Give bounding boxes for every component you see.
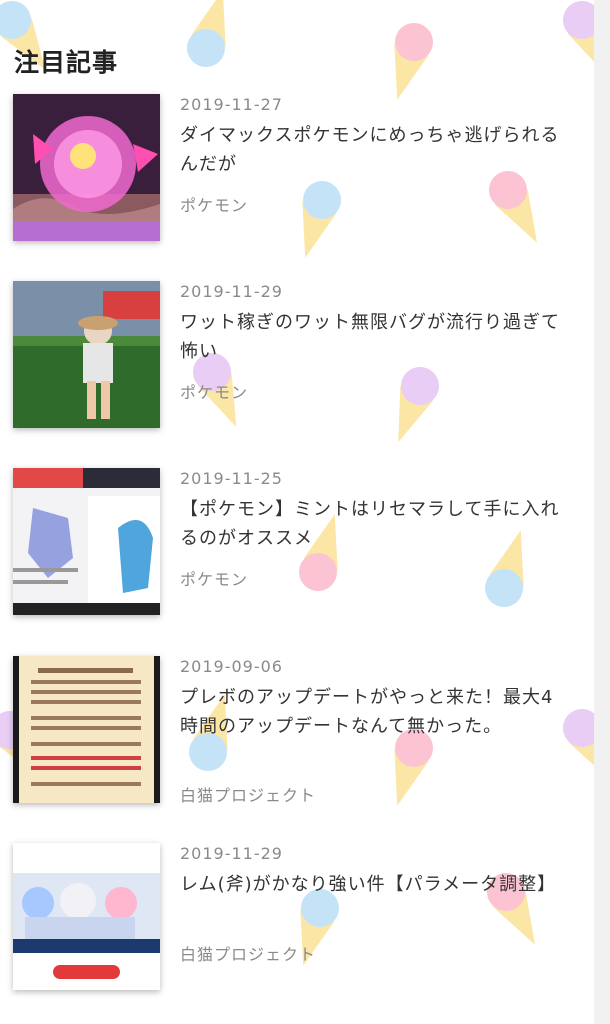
article-title[interactable]: ダイマックスポケモンにめっちゃ逃げられるんだが — [180, 121, 560, 179]
article-date: 2019-11-29 — [180, 844, 283, 863]
article-card[interactable]: 2019-11-25 【ポケモン】ミントはリセマラして手に入れるのがオススメ ポ… — [13, 468, 583, 618]
scrollbar-track[interactable] — [594, 0, 610, 1024]
section-title: 注目記事 — [14, 47, 119, 77]
rezero-collab-thumbnail[interactable] — [13, 843, 160, 990]
article-date: 2019-11-29 — [180, 282, 283, 301]
article-title[interactable]: レム(斧)がかなり強い件【パラメータ調整】 — [180, 870, 560, 899]
article-category[interactable]: 白猫プロジェクト — [180, 941, 316, 965]
article-category[interactable]: ポケモン — [180, 192, 248, 216]
article-card[interactable]: 2019-09-06 プレボのアップデートがやっと来た！最大4時間のアップデート… — [13, 656, 583, 806]
article-card[interactable]: 2019-11-29 ワット稼ぎのワット無限バグが流行り過ぎて怖い ポケモン — [13, 281, 583, 431]
article-category[interactable]: ポケモン — [180, 379, 248, 403]
update-notice-thumbnail[interactable] — [13, 656, 160, 803]
dynamax-ball-thumbnail[interactable] — [13, 94, 160, 241]
article-date: 2019-09-06 — [180, 657, 283, 676]
stats-screen-thumbnail[interactable] — [13, 468, 160, 615]
article-title[interactable]: プレボのアップデートがやっと来た！最大4時間のアップデートなんて無かった。 — [180, 683, 560, 741]
article-title[interactable]: 【ポケモン】ミントはリセマラして手に入れるのがオススメ — [180, 495, 560, 553]
article-card[interactable]: 2019-11-27 ダイマックスポケモンにめっちゃ逃げられるんだが ポケモン — [13, 94, 583, 244]
article-category[interactable]: 白猫プロジェクト — [180, 782, 316, 806]
article-category[interactable]: ポケモン — [180, 566, 248, 590]
stadium-trainer-thumbnail[interactable] — [13, 281, 160, 428]
article-date: 2019-11-25 — [180, 469, 283, 488]
article-date: 2019-11-27 — [180, 95, 283, 114]
article-card[interactable]: 2019-11-29 レム(斧)がかなり強い件【パラメータ調整】 白猫プロジェク… — [13, 843, 583, 993]
article-title[interactable]: ワット稼ぎのワット無限バグが流行り過ぎて怖い — [180, 308, 560, 366]
